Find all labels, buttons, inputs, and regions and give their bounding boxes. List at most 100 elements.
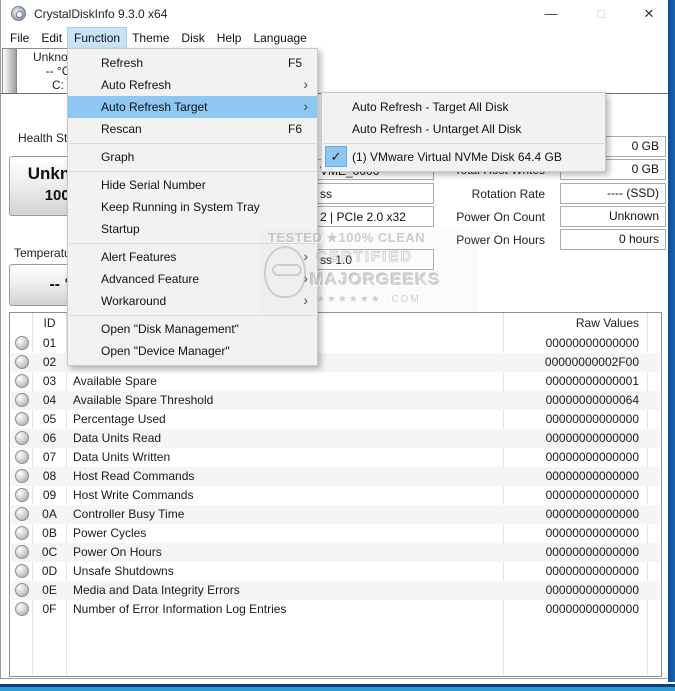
cell-attribute-name: Number of Error Information Log Entries <box>73 600 493 619</box>
function-menu-item-rescan[interactable]: Rescan F6 <box>68 118 317 140</box>
function-menu-item-keep-running-in-system-tray[interactable]: Keep Running in System Tray <box>68 196 317 218</box>
checkmark-icon: ✓ <box>325 146 347 167</box>
function-menu-item-startup[interactable]: Startup <box>68 218 317 240</box>
status-led-icon <box>15 431 29 445</box>
table-row[interactable]: 08Host Read Commands00000000000000 <box>11 467 660 486</box>
status-led-icon <box>15 564 29 578</box>
menu-item-label: Auto Refresh Target <box>101 100 208 114</box>
info-label-power-on-hours: Power On Hours <box>325 233 545 247</box>
function-menu: RefreshF5Auto Refresh›Auto Refresh Targe… <box>67 48 318 366</box>
window-border-bottom <box>0 682 675 691</box>
menubar-item-help[interactable]: Help <box>211 28 248 48</box>
function-menu-separator <box>69 171 316 172</box>
title-bar[interactable]: CrystalDiskInfo 9.3.0 x64 — □ ✕ <box>1 0 668 28</box>
status-led-icon <box>15 488 29 502</box>
menu-item-label: Auto Refresh <box>101 78 171 92</box>
cell-raw-value: 00000000000000 <box>504 505 639 524</box>
status-led-icon <box>15 393 29 407</box>
smart-table[interactable]: ID Raw Values 01000000000000000200000000… <box>9 312 662 677</box>
menu-item-label: Open "Device Manager" <box>101 344 230 358</box>
table-row[interactable]: 05Percentage Used00000000000000 <box>11 410 660 429</box>
submenu-arrow-icon: › <box>303 289 308 311</box>
table-row[interactable]: 0DUnsafe Shutdowns00000000000000 <box>11 562 660 581</box>
menu-item-label: Keep Running in System Tray <box>101 200 260 214</box>
target-submenu-item-auto-refresh-untarget-all-disk[interactable]: Auto Refresh - Untarget All Disk <box>322 118 605 140</box>
cell-raw-value: 00000000000000 <box>504 486 639 505</box>
submenu-arrow-icon: › <box>303 245 308 267</box>
auto-refresh-target-submenu: Auto Refresh - Target All DiskAuto Refre… <box>321 92 606 172</box>
function-menu-item-graph[interactable]: Graph <box>68 146 317 168</box>
menubar-item-language[interactable]: Language <box>247 28 312 48</box>
function-menu-item-open-device-manager[interactable]: Open "Device Manager" <box>68 340 317 362</box>
cell-id: 0D <box>33 562 66 581</box>
cell-attribute-name: Media and Data Integrity Errors <box>73 581 493 600</box>
function-menu-item-auto-refresh-target[interactable]: Auto Refresh Target› <box>68 96 317 118</box>
menu-item-label: Startup <box>101 222 140 236</box>
status-led-icon <box>15 545 29 559</box>
disk-health-bar <box>3 49 17 93</box>
info-value-rotation-rate: ---- (SSD) <box>560 183 666 204</box>
menubar-item-file[interactable]: File <box>4 28 35 48</box>
menu-item-label: Rescan <box>101 122 142 136</box>
cell-attribute-name: Power On Hours <box>73 543 493 562</box>
table-row[interactable]: 06Data Units Read00000000000000 <box>11 429 660 448</box>
cell-id: 07 <box>33 448 66 467</box>
table-row[interactable]: 0EMedia and Data Integrity Errors0000000… <box>11 581 660 600</box>
function-menu-item-workaround[interactable]: Workaround › <box>68 290 317 312</box>
cell-attribute-name: Host Read Commands <box>73 467 493 486</box>
menubar-item-theme[interactable]: Theme <box>126 28 175 48</box>
function-menu-separator <box>69 315 316 316</box>
cell-attribute-name: Host Write Commands <box>73 486 493 505</box>
menu-item-label: Workaround <box>101 294 166 308</box>
function-menu-item-refresh[interactable]: RefreshF5 <box>68 52 317 74</box>
cell-id: 01 <box>33 334 66 353</box>
table-row[interactable]: 03Available Spare00000000000001 <box>11 372 660 391</box>
cell-id: 09 <box>33 486 66 505</box>
status-led-icon <box>15 336 29 350</box>
window-border-right <box>668 0 675 683</box>
cell-attribute-name: Power Cycles <box>73 524 493 543</box>
cell-id: 0B <box>33 524 66 543</box>
table-row[interactable]: 0FNumber of Error Information Log Entrie… <box>11 600 660 619</box>
cell-id: 06 <box>33 429 66 448</box>
status-led-icon <box>15 507 29 521</box>
table-row[interactable]: 0B Power Cycles 00000000000000 <box>11 524 660 543</box>
cell-id: 05 <box>33 410 66 429</box>
function-menu-item-auto-refresh[interactable]: Auto Refresh› <box>68 74 317 96</box>
menu-item-label: Alert Features <box>101 250 176 264</box>
cell-id: 03 <box>33 372 66 391</box>
target-submenu-item-auto-refresh-target-all-disk[interactable]: Auto Refresh - Target All Disk <box>322 96 605 118</box>
status-led-icon <box>15 412 29 426</box>
table-row[interactable]: 0AController Busy Time00000000000000 <box>11 505 660 524</box>
cell-raw-value: 00000000000000 <box>504 524 639 543</box>
function-menu-separator <box>69 243 316 244</box>
table-row[interactable]: 0CPower On Hours00000000000000 <box>11 543 660 562</box>
cell-raw-value: 00000000000000 <box>504 467 639 486</box>
table-row[interactable]: 04Available Spare Threshold0000000000006… <box>11 391 660 410</box>
minimize-button[interactable]: — <box>534 0 568 28</box>
menubar-item-function[interactable]: Function <box>68 28 126 48</box>
menu-shortcut: F6 <box>288 118 302 140</box>
function-menu-item-hide-serial-number[interactable]: Hide Serial Number <box>68 174 317 196</box>
function-menu-item-open-disk-management[interactable]: Open "Disk Management" <box>68 318 317 340</box>
function-menu-item-advanced-feature[interactable]: Advanced Feature› <box>68 268 317 290</box>
info-value-power-on-count: Unknown <box>560 206 666 227</box>
status-led-icon <box>15 355 29 369</box>
cell-id: 0C <box>33 543 66 562</box>
standard-fragment: ss 1.0 <box>320 253 352 267</box>
function-menu-item-alert-features[interactable]: Alert Features › <box>68 246 317 268</box>
close-button[interactable]: ✕ <box>632 0 666 28</box>
cell-raw-value: 00000000000000 <box>504 334 639 353</box>
menubar-item-edit[interactable]: Edit <box>35 28 68 48</box>
cell-attribute-name: Data Units Read <box>73 429 493 448</box>
table-row[interactable]: 09 Host Write Commands 00000000000000 <box>11 486 660 505</box>
table-row[interactable]: 07Data Units Written00000000000000 <box>11 448 660 467</box>
menubar-item-disk[interactable]: Disk <box>175 28 210 48</box>
function-menu-separator <box>69 143 316 144</box>
target-submenu-item-1-vmware-virtual-nvme-disk-64-4-gb[interactable]: ✓(1) VMware Virtual NVMe Disk 64.4 GB <box>322 146 605 168</box>
cell-raw-value: 00000000000000 <box>504 581 639 600</box>
status-led-icon <box>15 469 29 483</box>
cell-raw-value: 00000000000001 <box>504 372 639 391</box>
cell-attribute-name: Unsafe Shutdowns <box>73 562 493 581</box>
maximize-button[interactable]: □ <box>584 0 618 28</box>
